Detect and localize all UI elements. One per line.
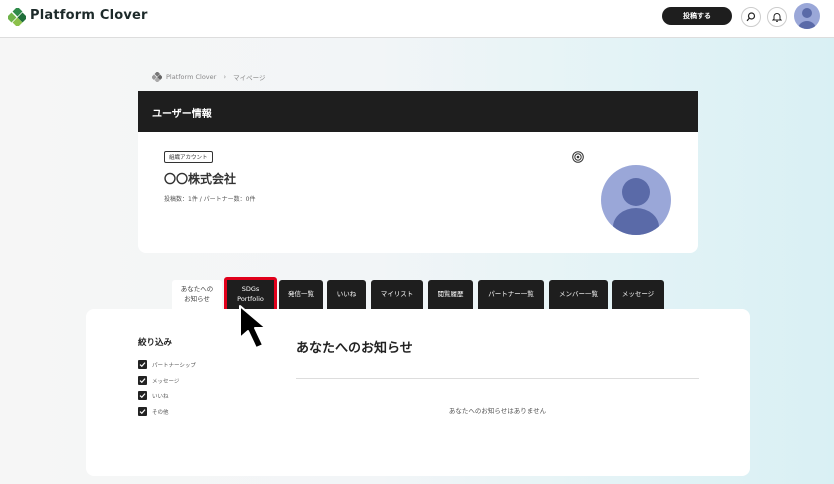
cursor-arrow-icon bbox=[239, 305, 267, 349]
top-header: Platform Clover 投稿する bbox=[0, 0, 834, 38]
filter-label: メッセージ bbox=[152, 378, 180, 385]
settings-icon[interactable] bbox=[572, 151, 584, 163]
checkbox[interactable] bbox=[138, 407, 147, 416]
notification-button[interactable] bbox=[767, 7, 787, 27]
divider bbox=[296, 378, 699, 379]
breadcrumb: Platform Clover › マイページ bbox=[152, 72, 266, 82]
tab-members[interactable]: メンバー一覧 bbox=[549, 280, 608, 309]
profile-avatar bbox=[601, 165, 671, 235]
filter-title: 絞り込み bbox=[138, 338, 173, 348]
search-button[interactable] bbox=[741, 7, 761, 27]
tab-label: メッセージ bbox=[621, 289, 655, 298]
checkbox[interactable] bbox=[138, 360, 147, 369]
filter-label: いいね bbox=[152, 393, 169, 400]
tab-posts[interactable]: 発信一覧 bbox=[279, 280, 323, 309]
filter-like[interactable]: いいね bbox=[138, 391, 169, 400]
check-icon bbox=[139, 393, 146, 399]
chevron-right-icon: › bbox=[223, 73, 227, 81]
check-icon bbox=[139, 362, 146, 368]
filter-partnership[interactable]: パートナーシップ bbox=[138, 360, 196, 369]
empty-message: あなたへのお知らせはありません bbox=[448, 407, 547, 415]
checkbox[interactable] bbox=[138, 376, 147, 385]
filter-other[interactable]: その他 bbox=[138, 407, 169, 416]
company-name: 〇〇株式会社 bbox=[164, 172, 237, 186]
breadcrumb-current: マイページ bbox=[233, 74, 266, 82]
tab-label: SDGs Portfolio bbox=[237, 285, 264, 303]
user-stats: 投稿数：1件 / パートナー数：0件 bbox=[164, 196, 256, 203]
tab-label: あなたへの お知らせ bbox=[180, 285, 214, 303]
checkbox[interactable] bbox=[138, 391, 147, 400]
filter-label: その他 bbox=[152, 409, 169, 416]
tab-label: マイリスト bbox=[380, 289, 414, 298]
check-icon bbox=[139, 409, 146, 415]
filter-label: パートナーシップ bbox=[152, 362, 196, 369]
clover-logo-icon bbox=[152, 72, 162, 82]
user-info-card: 組織アカウント 〇〇株式会社 投稿数：1件 / パートナー数：0件 bbox=[138, 132, 698, 253]
tab-likes[interactable]: いいね bbox=[327, 280, 366, 309]
tab-label: いいね bbox=[336, 289, 357, 298]
breadcrumb-home[interactable]: Platform Clover bbox=[166, 73, 216, 81]
post-button[interactable]: 投稿する bbox=[662, 7, 732, 25]
tab-notifications[interactable]: あなたへの お知らせ bbox=[172, 280, 222, 309]
tab-label: 発信一覧 bbox=[288, 289, 314, 298]
tab-messages[interactable]: メッセージ bbox=[612, 280, 664, 309]
person-icon bbox=[613, 178, 659, 235]
brand-name[interactable]: Platform Clover bbox=[30, 8, 148, 23]
check-icon bbox=[139, 378, 146, 384]
tab-label: パートナー一覧 bbox=[488, 289, 534, 298]
user-avatar[interactable] bbox=[794, 3, 820, 29]
tab-label: 閲覧履歴 bbox=[437, 289, 464, 298]
tab-mylist[interactable]: マイリスト bbox=[371, 280, 423, 309]
search-icon bbox=[746, 12, 756, 22]
account-type-badge: 組織アカウント bbox=[164, 151, 213, 163]
tab-history[interactable]: 閲覧履歴 bbox=[428, 280, 473, 309]
clover-logo-icon[interactable] bbox=[8, 8, 26, 26]
tab-label: メンバー一覧 bbox=[559, 289, 598, 298]
tab-partners[interactable]: パートナー一覧 bbox=[478, 280, 544, 309]
notices-title: あなたへのお知らせ bbox=[296, 341, 413, 356]
filter-message[interactable]: メッセージ bbox=[138, 376, 179, 385]
person-icon bbox=[798, 8, 816, 29]
user-info-header: ユーザー情報 bbox=[138, 91, 698, 132]
bell-icon bbox=[772, 13, 782, 22]
content-panel: 絞り込み パートナーシップ メッセージ いいね その他 あなたへのお知らせ あな… bbox=[86, 309, 750, 476]
user-info-title: ユーザー情報 bbox=[152, 109, 212, 120]
